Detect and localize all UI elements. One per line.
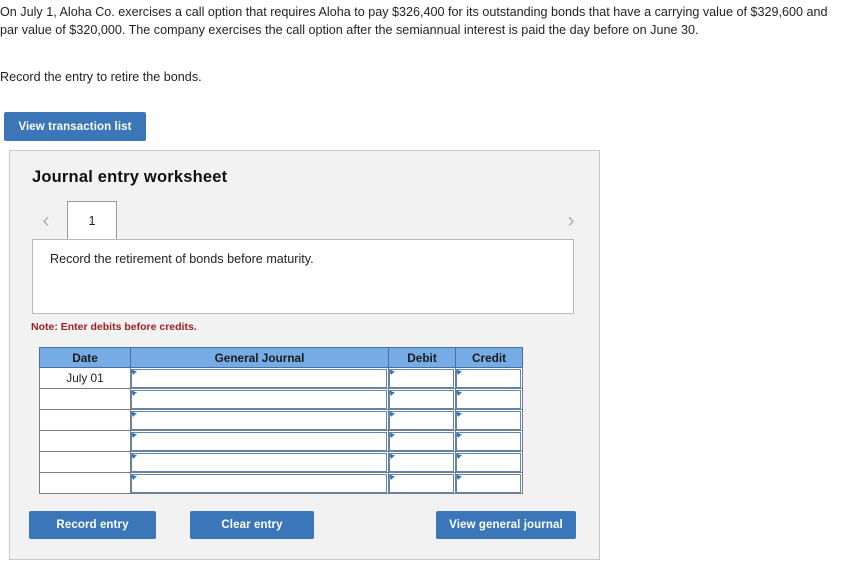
table-header-row: Date General Journal Debit Credit — [39, 347, 523, 368]
debit-input[interactable] — [389, 452, 454, 472]
credit-input[interactable] — [456, 410, 521, 430]
journal-entry-table: Date General Journal Debit Credit July 0… — [39, 347, 523, 494]
cell-credit[interactable] — [455, 409, 523, 431]
clear-entry-button[interactable]: Clear entry — [190, 511, 314, 539]
cell-general-journal[interactable] — [130, 472, 389, 494]
cell-debit[interactable] — [388, 409, 456, 431]
cell-general-journal[interactable] — [130, 409, 389, 431]
cell-general-journal[interactable] — [130, 388, 389, 410]
debit-input[interactable] — [389, 473, 454, 493]
table-row — [39, 451, 523, 473]
credit-input[interactable] — [456, 452, 521, 472]
credit-input[interactable] — [456, 368, 521, 388]
cell-debit[interactable] — [388, 430, 456, 452]
problem-statement: On July 1, Aloha Co. exercises a call op… — [0, 3, 845, 39]
cell-date[interactable] — [39, 430, 131, 452]
table-row — [39, 430, 523, 452]
chevron-right-icon[interactable]: › — [558, 205, 584, 235]
problem-text: On July 1, Aloha Co. exercises a call op… — [0, 5, 828, 37]
cell-debit[interactable] — [388, 388, 456, 410]
cell-credit[interactable] — [455, 451, 523, 473]
cell-credit[interactable] — [455, 472, 523, 494]
cell-date[interactable] — [39, 472, 131, 494]
table-row — [39, 472, 523, 494]
general-journal-dropdown[interactable] — [131, 368, 387, 388]
page-root: On July 1, Aloha Co. exercises a call op… — [0, 0, 853, 584]
worksheet-title: Journal entry worksheet — [32, 168, 228, 186]
record-entry-button[interactable]: Record entry — [29, 511, 156, 539]
worksheet-description-text: Record the retirement of bonds before ma… — [50, 252, 314, 266]
cell-credit[interactable] — [455, 430, 523, 452]
cell-date[interactable] — [39, 388, 131, 410]
journal-entry-worksheet-panel: Journal entry worksheet ‹ 1 › Record the… — [9, 150, 600, 560]
worksheet-tab-1[interactable]: 1 — [67, 201, 117, 239]
cell-date[interactable]: July 01 — [39, 367, 131, 389]
worksheet-tabstrip: ‹ 1 › — [10, 201, 601, 239]
view-transaction-list-button[interactable]: View transaction list — [4, 112, 146, 141]
cell-general-journal[interactable] — [130, 367, 389, 389]
cell-debit[interactable] — [388, 451, 456, 473]
general-journal-dropdown[interactable] — [131, 452, 387, 472]
debit-input[interactable] — [389, 410, 454, 430]
general-journal-dropdown[interactable] — [131, 473, 387, 493]
credit-input[interactable] — [456, 389, 521, 409]
debits-before-credits-note: Note: Enter debits before credits. — [31, 321, 197, 333]
instruction-text: Record the entry to retire the bonds. — [0, 70, 202, 84]
chevron-left-icon[interactable]: ‹ — [33, 205, 59, 235]
cell-credit[interactable] — [455, 388, 523, 410]
table-row: July 01 — [39, 367, 523, 389]
cell-date[interactable] — [39, 451, 131, 473]
cell-debit[interactable] — [388, 472, 456, 494]
column-header-debit: Debit — [388, 347, 456, 368]
table-row — [39, 409, 523, 431]
column-header-general-journal: General Journal — [130, 347, 389, 368]
cell-credit[interactable] — [455, 367, 523, 389]
cell-general-journal[interactable] — [130, 430, 389, 452]
cell-date[interactable] — [39, 409, 131, 431]
cell-debit[interactable] — [388, 367, 456, 389]
cell-general-journal[interactable] — [130, 451, 389, 473]
view-general-journal-button[interactable]: View general journal — [436, 511, 576, 539]
general-journal-dropdown[interactable] — [131, 431, 387, 451]
credit-input[interactable] — [456, 473, 521, 493]
debit-input[interactable] — [389, 368, 454, 388]
credit-input[interactable] — [456, 431, 521, 451]
column-header-date: Date — [39, 347, 131, 368]
debit-input[interactable] — [389, 389, 454, 409]
general-journal-dropdown[interactable] — [131, 389, 387, 409]
worksheet-description-box: Record the retirement of bonds before ma… — [32, 239, 574, 314]
general-journal-dropdown[interactable] — [131, 410, 387, 430]
debit-input[interactable] — [389, 431, 454, 451]
column-header-credit: Credit — [455, 347, 523, 368]
table-row — [39, 388, 523, 410]
